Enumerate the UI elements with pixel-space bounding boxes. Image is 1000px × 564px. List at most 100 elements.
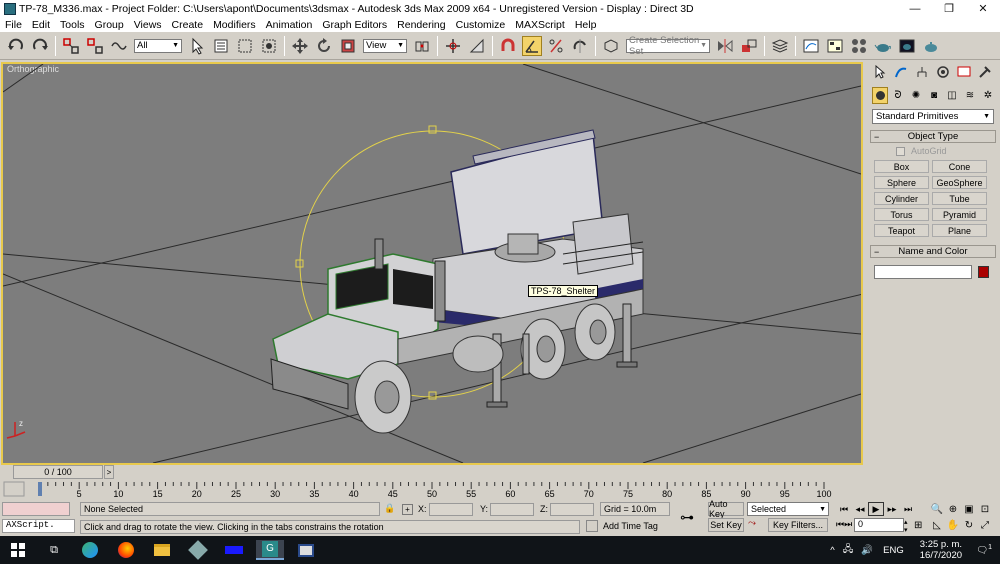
restore-button[interactable]: ❐ <box>932 0 966 17</box>
absolute-relative-toggle[interactable]: + <box>402 502 413 516</box>
object-color-swatch[interactable] <box>978 266 989 278</box>
app-taskbar-button[interactable] <box>184 540 212 560</box>
selection-filter-dropdown[interactable]: All ▼ <box>134 38 182 53</box>
hierarchy-tab[interactable] <box>912 64 931 81</box>
window-crossing-button[interactable] <box>259 36 279 56</box>
box-button[interactable]: Box <box>874 160 929 173</box>
angle-snap-toggle-button[interactable] <box>522 35 542 56</box>
material-editor-button[interactable] <box>849 36 869 56</box>
plane-button[interactable]: Plane <box>932 224 987 237</box>
systems-category-button[interactable]: ✲ <box>980 87 996 104</box>
menu-file[interactable]: File <box>0 19 27 31</box>
percent-snap-toggle-button[interactable] <box>546 36 566 56</box>
object-type-rollout-header[interactable]: − Object Type <box>870 130 996 143</box>
bind-to-space-warp-button[interactable] <box>109 36 129 56</box>
undo-button[interactable] <box>6 36 26 56</box>
menu-help[interactable]: Help <box>570 19 602 31</box>
go-to-start-button[interactable]: ⏮ <box>836 502 852 516</box>
media-taskbar-button[interactable] <box>220 540 248 560</box>
object-name-field[interactable] <box>874 265 972 279</box>
unlink-selection-button[interactable] <box>85 36 105 56</box>
geometry-category-button[interactable] <box>872 86 888 104</box>
go-to-end-button[interactable]: ⏭ <box>900 502 916 516</box>
next-frame-button[interactable]: ▸▸ <box>884 502 900 516</box>
menu-group[interactable]: Group <box>90 19 129 31</box>
speaker-icon[interactable]: 🔊 <box>861 545 873 556</box>
snaps-toggle-button[interactable] <box>498 36 518 56</box>
auto-key-button[interactable]: Auto Key <box>708 499 744 519</box>
input-language[interactable]: ENG <box>883 545 904 556</box>
menu-tools[interactable]: Tools <box>55 19 90 31</box>
firefox-taskbar-button[interactable] <box>112 540 140 560</box>
render-setup-button[interactable] <box>873 36 893 56</box>
menu-maxscript[interactable]: MAXScript <box>510 19 570 31</box>
space-warps-category-button[interactable]: ≋ <box>962 87 978 104</box>
action-center-button[interactable]: 🗨1 <box>976 544 992 556</box>
field-of-view-button[interactable]: ◺ <box>930 518 944 532</box>
reference-coordinate-dropdown[interactable]: View ▼ <box>363 38 407 53</box>
z-coordinate-field[interactable] <box>550 502 594 516</box>
next-frame-arrow[interactable]: > <box>104 465 114 479</box>
frame-spinner-icon[interactable]: ▴ ▾ <box>904 518 908 534</box>
redo-button[interactable] <box>30 36 50 56</box>
display-tab[interactable] <box>954 64 973 81</box>
menu-create[interactable]: Create <box>167 19 209 31</box>
cone-button[interactable]: Cone <box>932 160 987 173</box>
zoom-extents-all-button[interactable]: ⊡ <box>978 502 992 516</box>
create-tab[interactable] <box>870 64 889 81</box>
y-coordinate-field[interactable] <box>490 502 535 516</box>
schematic-view-button[interactable] <box>825 36 845 56</box>
utilities-tab[interactable] <box>975 64 994 81</box>
select-by-name-button[interactable] <box>211 36 231 56</box>
menu-graph-editors[interactable]: Graph Editors <box>317 19 392 31</box>
time-slider-thumb[interactable]: 0 / 100 <box>13 465 103 479</box>
gizmo-handle-top[interactable] <box>428 125 437 134</box>
start-button[interactable] <box>4 540 32 560</box>
selection-lock-icon[interactable]: 🔒 <box>384 503 395 514</box>
maxscript-mini-listener-output[interactable] <box>2 502 70 516</box>
menu-customize[interactable]: Customize <box>451 19 511 31</box>
primitive-category-dropdown[interactable]: Standard Primitives ▼ <box>872 109 994 124</box>
close-button[interactable]: ✕ <box>966 0 1000 17</box>
motion-tab[interactable] <box>933 64 952 81</box>
key-mode-dropdown[interactable]: Selected ▼ <box>747 502 829 516</box>
taskbar-clock[interactable]: 3:25 p. m. 16/7/2020 <box>920 539 962 561</box>
select-and-scale-button[interactable] <box>338 36 358 56</box>
rendered-frame-window-button[interactable] <box>897 36 917 56</box>
cylinder-button[interactable]: Cylinder <box>874 192 929 205</box>
menu-views[interactable]: Views <box>129 19 167 31</box>
menu-animation[interactable]: Animation <box>261 19 318 31</box>
spinner-snap-toggle-button[interactable] <box>570 36 590 56</box>
name-and-color-rollout-header[interactable]: − Name and Color <box>870 245 996 258</box>
menu-rendering[interactable]: Rendering <box>392 19 450 31</box>
cameras-category-button[interactable]: ◙ <box>926 87 942 104</box>
open-mini-curve-editor-button[interactable] <box>3 481 25 497</box>
maximize-viewport-toggle[interactable]: ⤢ <box>978 518 992 532</box>
geosphere-button[interactable]: GeoSphere <box>932 176 987 189</box>
select-and-move-button[interactable] <box>290 36 310 56</box>
truck-model[interactable] <box>270 129 644 434</box>
zoom-extents-button[interactable]: ▣ <box>962 502 976 516</box>
set-key-button[interactable]: Set Key <box>708 518 744 532</box>
maxscript-mini-listener-input[interactable]: AXScript. <box>2 519 75 533</box>
track-bar[interactable]: 5 10 15 20 25 30 35 40 45 50 55 60 65 70 75 80 85 90 95 100 <box>0 480 866 500</box>
select-and-link-button[interactable] <box>61 36 81 56</box>
named-selection-sets-dropdown[interactable]: Create Selection Set ▼ <box>626 35 710 57</box>
3dsmax-taskbar-button[interactable]: G <box>256 540 284 560</box>
zoom-all-button[interactable]: ⊕ <box>946 502 960 516</box>
modify-tab[interactable] <box>891 64 910 81</box>
orbit-button[interactable]: ↻ <box>962 518 976 532</box>
file-explorer-taskbar-button[interactable] <box>148 540 176 560</box>
x-coordinate-field[interactable] <box>428 502 473 516</box>
remote-desktop-taskbar-button[interactable] <box>292 540 320 560</box>
time-configuration-button[interactable]: ⊞ <box>914 520 922 531</box>
key-mode-toggle-icon[interactable]: ⏮⏭ <box>836 519 852 530</box>
previous-frame-button[interactable]: ◂◂ <box>852 502 868 516</box>
lights-category-button[interactable]: ✺ <box>908 87 924 104</box>
menu-modifiers[interactable]: Modifiers <box>208 19 261 31</box>
edge-taskbar-button[interactable] <box>76 540 104 560</box>
shapes-category-button[interactable]: ᘐ <box>890 87 906 104</box>
helpers-category-button[interactable]: ◫ <box>944 87 960 104</box>
gizmo-handle-left[interactable] <box>295 259 304 268</box>
sphere-button[interactable]: Sphere <box>874 176 929 189</box>
